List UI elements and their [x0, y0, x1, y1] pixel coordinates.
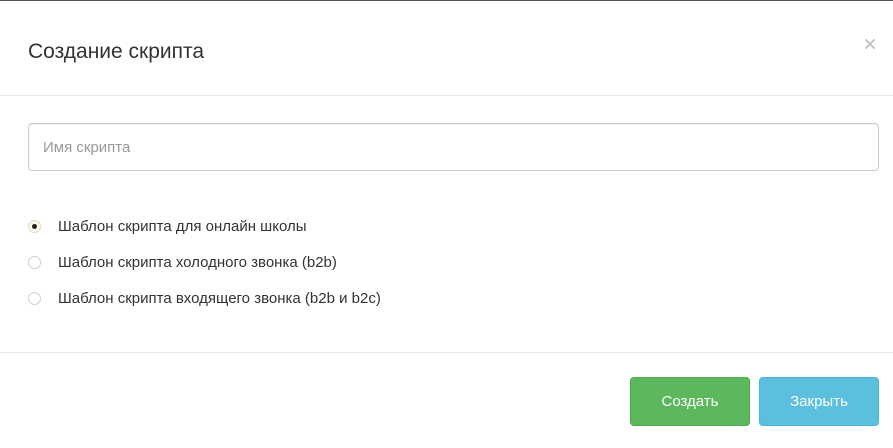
script-name-input[interactable] — [28, 123, 879, 171]
close-icon — [861, 35, 879, 53]
create-button[interactable]: Создать — [630, 377, 750, 426]
radio-button[interactable] — [28, 291, 41, 305]
modal-body: Шаблон скрипта для онлайн школы Шаблон с… — [0, 96, 893, 353]
template-option-cold-call[interactable]: Шаблон скрипта холодного звонка (b2b) — [28, 244, 381, 280]
template-option-label: Шаблон скрипта холодного звонка (b2b) — [58, 253, 337, 271]
template-option-online-school[interactable]: Шаблон скрипта для онлайн школы — [28, 208, 381, 244]
modal-footer: Создать Закрыть — [0, 353, 893, 448]
template-option-label: Шаблон скрипта входящего звонка (b2b и b… — [58, 289, 381, 307]
modal-header: Создание скрипта — [0, 1, 893, 96]
close-button[interactable] — [861, 35, 879, 53]
template-option-label: Шаблон скрипта для онлайн школы — [58, 217, 307, 235]
template-radio-group: Шаблон скрипта для онлайн школы Шаблон с… — [28, 208, 381, 316]
close-modal-button[interactable]: Закрыть — [759, 377, 879, 426]
radio-button[interactable] — [28, 255, 41, 269]
modal-title: Создание скрипта — [28, 40, 205, 63]
create-script-modal: Создание скрипта Шаблон скрипта для онла… — [0, 0, 893, 448]
template-option-incoming-call[interactable]: Шаблон скрипта входящего звонка (b2b и b… — [28, 280, 381, 316]
radio-button-checked[interactable] — [28, 219, 41, 233]
